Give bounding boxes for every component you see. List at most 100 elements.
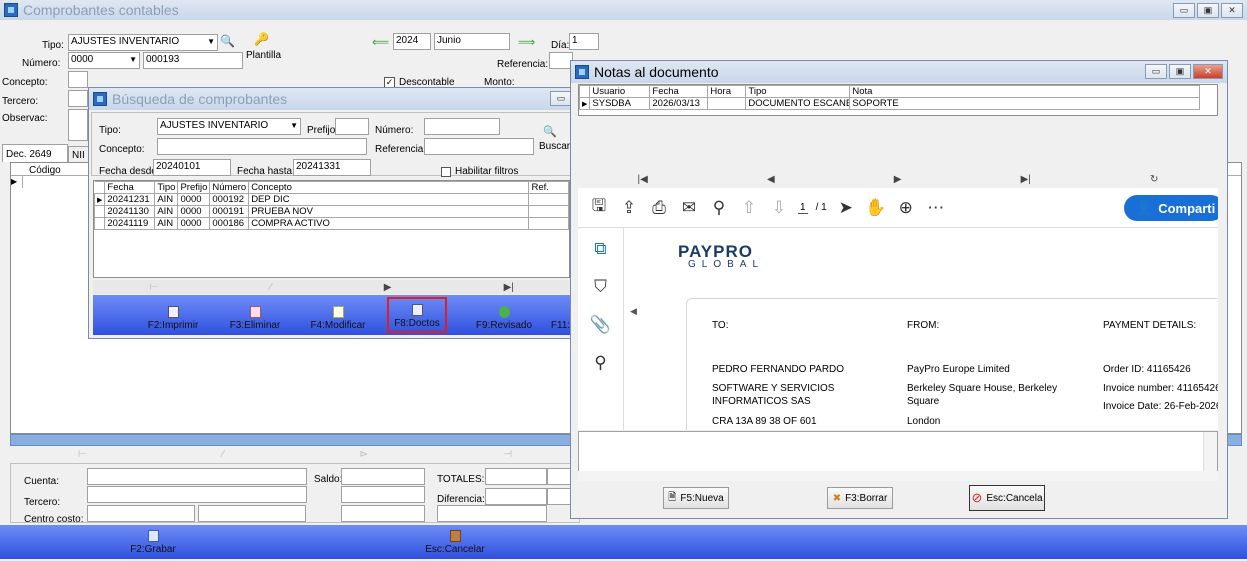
table-row[interactable]: ▶ 20241231 AIN 0000 000192 DEP DIC [94, 193, 569, 206]
grabar-button[interactable]: F2:Grabar [128, 527, 178, 557]
search-concepto-input[interactable] [157, 138, 367, 155]
cursor-icon[interactable]: ➤ [835, 197, 857, 219]
first-record-icon[interactable]: ⊢ [78, 449, 87, 460]
search-tipo-label: Tipo: [99, 125, 121, 136]
cell-ref [528, 205, 569, 218]
save-icon[interactable]: 🖫 [588, 196, 610, 219]
numero-input[interactable]: 000193 [143, 52, 243, 69]
more-icon[interactable]: ⋯ [925, 197, 947, 219]
fecha-desde-input[interactable]: 20240101 [153, 159, 231, 176]
next-record-icon[interactable]: ⊳ [359, 449, 367, 460]
prev-record-icon[interactable]: ◀ [767, 174, 775, 185]
maximize-button[interactable]: ▣ [1197, 3, 1219, 18]
table-row[interactable]: 20241119 AIN 0000 000186 COMPRA ACTIVO [94, 217, 569, 230]
buscar-button[interactable]: Buscar [539, 141, 570, 152]
notes-grid[interactable]: Usuario Fecha Hora Tipo Nota ▶ SYSDBA 20… [578, 84, 1218, 116]
pdf-viewer[interactable]: 🖫 ⇪ ⎙ ✉ ⚲ ⇧ ⇩ 1 / 1 ➤ ✋ ⊕ ⋯ 👤 Comparti ⧉… [578, 188, 1218, 430]
search-numero-input[interactable] [424, 118, 500, 135]
table-row[interactable]: ▶ SYSDBA 2026/03/13 DOCUMENTO ESCANEADO … [579, 97, 1201, 110]
totales-label: TOTALES: [437, 474, 485, 485]
prefijo-input[interactable] [335, 118, 369, 135]
imprimir-button[interactable]: F2:Imprimir [143, 297, 203, 333]
cancela-button[interactable]: ⊘ Esc:Cancela [969, 485, 1045, 511]
horizontal-scrollbar[interactable] [578, 471, 1218, 481]
first-record-icon[interactable]: |◀ [638, 174, 648, 185]
tercero-input[interactable] [68, 90, 88, 107]
month-input[interactable]: Junio [434, 33, 510, 50]
zoom-in-icon[interactable]: ⊕ [895, 197, 917, 219]
cancelar-button[interactable]: Esc:Cancelar [420, 527, 490, 557]
dia-input[interactable]: 1 [569, 33, 599, 50]
notes-minimize-button[interactable]: ▭ [1145, 64, 1167, 79]
revisado-button[interactable]: F9:Revisado [469, 297, 539, 333]
numero-prefix-select[interactable]: 0000 [68, 52, 140, 69]
search-grid-nav: ⊢ ⁄ ▶ ▶| [93, 280, 570, 294]
notes-maximize-button[interactable]: ▣ [1169, 64, 1191, 79]
page-down-icon[interactable]: ⇩ [768, 197, 790, 219]
centro-costo-label: Centro costo: [24, 514, 84, 525]
from-line-1: PayPro Europe Limited [907, 364, 1010, 375]
observac-textarea[interactable] [68, 109, 88, 141]
prev-arrow-icon[interactable]: ⟸ [372, 35, 389, 49]
plantilla-label[interactable]: Plantilla [246, 50, 281, 61]
nueva-button[interactable]: 🗎 F5:Nueva [663, 487, 729, 509]
saldo-input[interactable] [341, 468, 425, 485]
collapse-panel-icon[interactable]: ◀ [630, 306, 637, 317]
refresh-icon[interactable]: ↻ [1150, 174, 1158, 185]
close-button[interactable]: ✕ [1221, 3, 1243, 18]
hand-icon[interactable]: ✋ [865, 197, 887, 219]
pages-icon[interactable]: ⧉ [590, 238, 612, 260]
main-title: Comprobantes contables [23, 2, 179, 18]
buscar-icon[interactable]: 🔍 [543, 125, 557, 138]
search-referencia-input[interactable] [424, 138, 534, 155]
upload-cloud-icon[interactable]: ⇪ [618, 197, 640, 219]
tipo-select[interactable]: AJUSTES INVENTARIO [68, 34, 218, 51]
key-icon[interactable]: 🔑 [254, 32, 269, 46]
concepto-input[interactable] [68, 71, 88, 88]
modificar-button[interactable]: F4:Modificar [303, 297, 373, 333]
cell-hora [707, 97, 747, 110]
eliminar-button[interactable]: F3:Eliminar [225, 297, 285, 333]
habilitar-filtros-checkbox[interactable] [441, 167, 451, 177]
last-record-icon[interactable]: ▶| [1021, 174, 1031, 185]
search-icon[interactable]: ⚲ [708, 197, 730, 219]
cancelar-label: Esc:Cancelar [425, 544, 485, 555]
centro-costo-input[interactable] [87, 505, 195, 522]
search-icon[interactable]: 🔍 [220, 34, 235, 48]
cell-tipo: AIN [154, 205, 179, 218]
to-line-3: INFORMATICOS SAS [712, 396, 811, 407]
search-panel-icon[interactable]: ⚲ [590, 352, 612, 374]
search-minimize-button[interactable]: ▭ [550, 91, 572, 106]
attachment-icon[interactable]: 📎 [590, 314, 612, 336]
page-up-icon[interactable]: ⇧ [738, 197, 760, 219]
next-record-icon[interactable]: ▶ [894, 174, 902, 185]
prev-record-icon[interactable]: ⁄ [222, 449, 224, 460]
cuenta-input[interactable] [87, 468, 307, 485]
page-current[interactable]: 1 [798, 202, 808, 214]
share-button[interactable]: 👤 Comparti [1124, 195, 1218, 221]
prev-record-icon[interactable]: ⁄ [270, 282, 272, 293]
doctos-button[interactable]: F8:Doctos [387, 297, 447, 333]
minimize-button[interactable]: ▭ [1173, 3, 1195, 18]
last-record-icon[interactable]: ⊣ [503, 449, 512, 460]
year-input[interactable]: 2024 [393, 33, 431, 50]
first-record-icon[interactable]: ⊢ [149, 282, 158, 293]
borrar-button[interactable]: ✖ F3:Borrar [827, 487, 893, 509]
next-arrow-icon[interactable]: ⟹ [518, 35, 535, 49]
habilitar-filtros-label: Habilitar filtros [455, 166, 519, 177]
search-results-grid[interactable]: Fecha Tipo Prefijo Número Concepto Ref. … [93, 180, 570, 278]
search-tipo-select[interactable]: AJUSTES INVENTARIO [157, 118, 301, 135]
fecha-hasta-input[interactable]: 20241331 [293, 159, 371, 176]
next-record-icon[interactable]: ▶ [384, 282, 392, 293]
col-tipo: Tipo [745, 85, 851, 98]
table-row[interactable]: 20241130 AIN 0000 000191 PRUEBA NOV [94, 205, 569, 218]
bookmark-icon[interactable]: ⛉ [590, 276, 612, 298]
mail-icon[interactable]: ✉ [678, 197, 700, 219]
print-icon[interactable]: ⎙ [648, 197, 670, 219]
f11-button[interactable]: F11: [549, 297, 572, 333]
last-record-icon[interactable]: ▶| [504, 282, 514, 293]
notes-close-button[interactable]: ✕ [1193, 64, 1223, 79]
main-toolbar: F2:Grabar Esc:Cancelar [0, 525, 1247, 559]
tab-dec-2649[interactable]: Dec. 2649 [2, 144, 68, 162]
cell-fecha: 2026/03/13 [649, 97, 709, 110]
